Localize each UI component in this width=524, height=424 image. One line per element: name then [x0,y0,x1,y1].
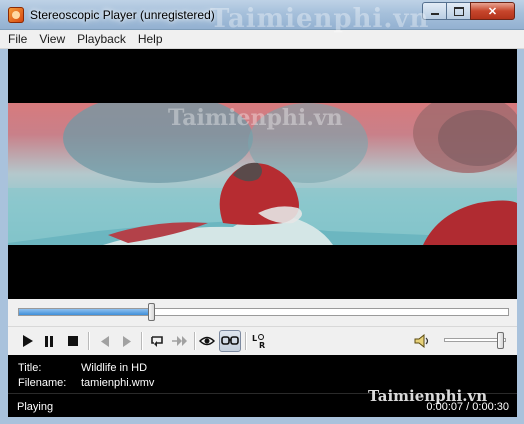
loop-icon [151,336,163,347]
stop-button[interactable] [62,330,84,352]
mute-button[interactable] [412,330,434,352]
previous-button[interactable] [94,330,116,352]
left-right-button[interactable]: LR [248,330,270,352]
title-value: Wildlife in HD [81,362,148,374]
skip-icon [172,336,187,346]
seek-progress [19,309,152,315]
close-icon: ✕ [487,5,498,18]
menu-playback[interactable]: Playback [71,32,132,46]
volume-thumb[interactable] [497,332,505,349]
stereo-glasses-icon [221,336,239,345]
close-button[interactable]: ✕ [470,2,515,20]
maximize-button[interactable] [446,2,471,20]
player-window: Stereoscopic Player (unregistered) ✕ Fil… [0,0,524,424]
watermark-logo: Taimienphi.vn [368,387,488,405]
video-frame: Taimienphi.vn [8,103,517,245]
play-icon [23,335,33,347]
window-frame-bottom [0,417,524,424]
previous-icon [101,335,109,347]
stereo-glasses-button[interactable] [219,330,241,352]
next-button[interactable] [116,330,138,352]
play-button[interactable] [16,330,38,352]
pause-button[interactable] [38,330,60,352]
separator [141,332,143,350]
view-button[interactable] [196,330,218,352]
playback-status: Playing [17,401,54,413]
title-label: Title: [18,362,42,374]
app-icon[interactable] [8,7,24,23]
svg-text:L: L [252,334,257,343]
menu-file[interactable]: File [0,32,33,46]
seek-thumb[interactable] [148,303,156,321]
video-display[interactable]: Taimienphi.vn [8,49,517,299]
loop-button[interactable] [146,330,168,352]
view-icon [199,336,215,346]
minimize-icon [430,13,439,15]
menu-view[interactable]: View [33,32,71,46]
anaglyph-scene: Taimienphi.vn [8,103,517,245]
stop-icon [68,336,78,346]
separator [88,332,90,350]
speaker-icon [414,334,429,348]
window-frame-right [517,49,524,424]
window-title: Stereoscopic Player (unregistered) [30,8,215,22]
svg-text:Taimienphi.vn: Taimienphi.vn [168,105,343,131]
window-frame-left [0,49,8,424]
left-right-icon: LR [252,334,265,349]
filename-value: tamienphi.wmv [81,377,155,389]
seek-bar-area [8,299,517,327]
menu-help[interactable]: Help [132,32,169,46]
maximize-icon [453,6,464,16]
control-bar: LR [8,327,517,355]
svg-text:R: R [259,341,265,349]
volume-slider[interactable] [444,332,506,349]
next-icon [123,335,131,347]
filename-label: Filename: [18,377,67,389]
separator [245,332,247,350]
pause-icon [45,335,53,347]
skip-button[interactable] [168,330,190,352]
seek-bar[interactable] [18,303,509,321]
watermark-overlay: Taimienphi.vn [210,4,430,34]
